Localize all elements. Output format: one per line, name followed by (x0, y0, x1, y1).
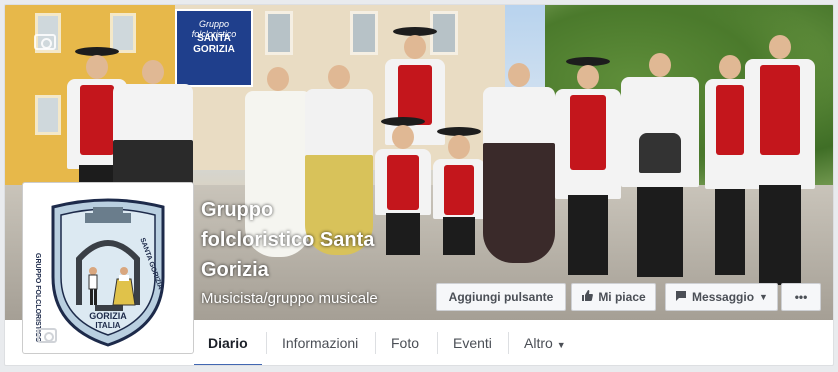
like-button-label: Mi piace (598, 290, 646, 304)
cover-person (433, 125, 485, 255)
banner-line-2: SANTA GORIZIA (193, 33, 235, 55)
page-tabs: Diario Informazioni Foto Eventi Altro ▼ (190, 320, 833, 365)
thumbs-up-icon (581, 290, 594, 304)
caret-down-icon: ▼ (556, 340, 566, 350)
tab-label: Diario (208, 335, 248, 351)
page-frame: Gruppo folcloristico SANTA GORIZIA Grupp… (0, 0, 838, 372)
tab-foto[interactable]: Foto (377, 320, 433, 365)
camera-icon[interactable] (34, 34, 56, 50)
tab-label: Altro (524, 335, 553, 351)
tab-label: Eventi (453, 335, 492, 351)
camera-icon[interactable] (37, 328, 57, 343)
tab-divider (266, 332, 267, 354)
page-title-line-2: folcloristico Santa (201, 229, 375, 251)
profile-picture[interactable]: GRUPPO FOLCLORISTICO SANTA GORIZIA GORIZ… (22, 182, 194, 354)
tab-label: Informazioni (282, 335, 359, 351)
more-button-label: ••• (794, 290, 808, 304)
tab-informazioni[interactable]: Informazioni (268, 320, 372, 365)
caret-down-icon: ▼ (759, 292, 768, 302)
tab-altro[interactable]: Altro ▼ (510, 320, 580, 365)
page-title-line-3: Gorizia (201, 259, 269, 281)
cover-person (483, 63, 555, 263)
message-button[interactable]: Messaggio ▼ (665, 283, 778, 311)
tab-divider (508, 332, 509, 354)
tab-divider (437, 332, 438, 354)
message-icon (675, 290, 687, 304)
tab-label: Foto (391, 335, 420, 351)
page-title[interactable]: Gruppo folcloristico Santa Gorizia (201, 195, 431, 285)
add-button-label: Aggiungi pulsante (448, 290, 554, 304)
cover-person (621, 53, 699, 278)
page-title-line-1: Gruppo (201, 199, 274, 221)
profile-logo: GRUPPO FOLCLORISTICO SANTA GORIZIA GORIZ… (27, 187, 189, 349)
logo-bottom-line-1: GORIZIA (89, 311, 127, 321)
tab-eventi[interactable]: Eventi (439, 320, 506, 365)
page-header-card: Gruppo folcloristico SANTA GORIZIA Grupp… (4, 4, 834, 366)
more-button[interactable]: ••• (781, 283, 821, 311)
message-button-label: Messaggio (692, 290, 755, 304)
add-button[interactable]: Aggiungi pulsante (436, 283, 566, 311)
cover-person (555, 55, 621, 275)
cover-person (745, 35, 815, 285)
tab-diario[interactable]: Diario (194, 320, 262, 365)
tab-divider (375, 332, 376, 354)
like-button[interactable]: Mi piace (571, 283, 656, 311)
